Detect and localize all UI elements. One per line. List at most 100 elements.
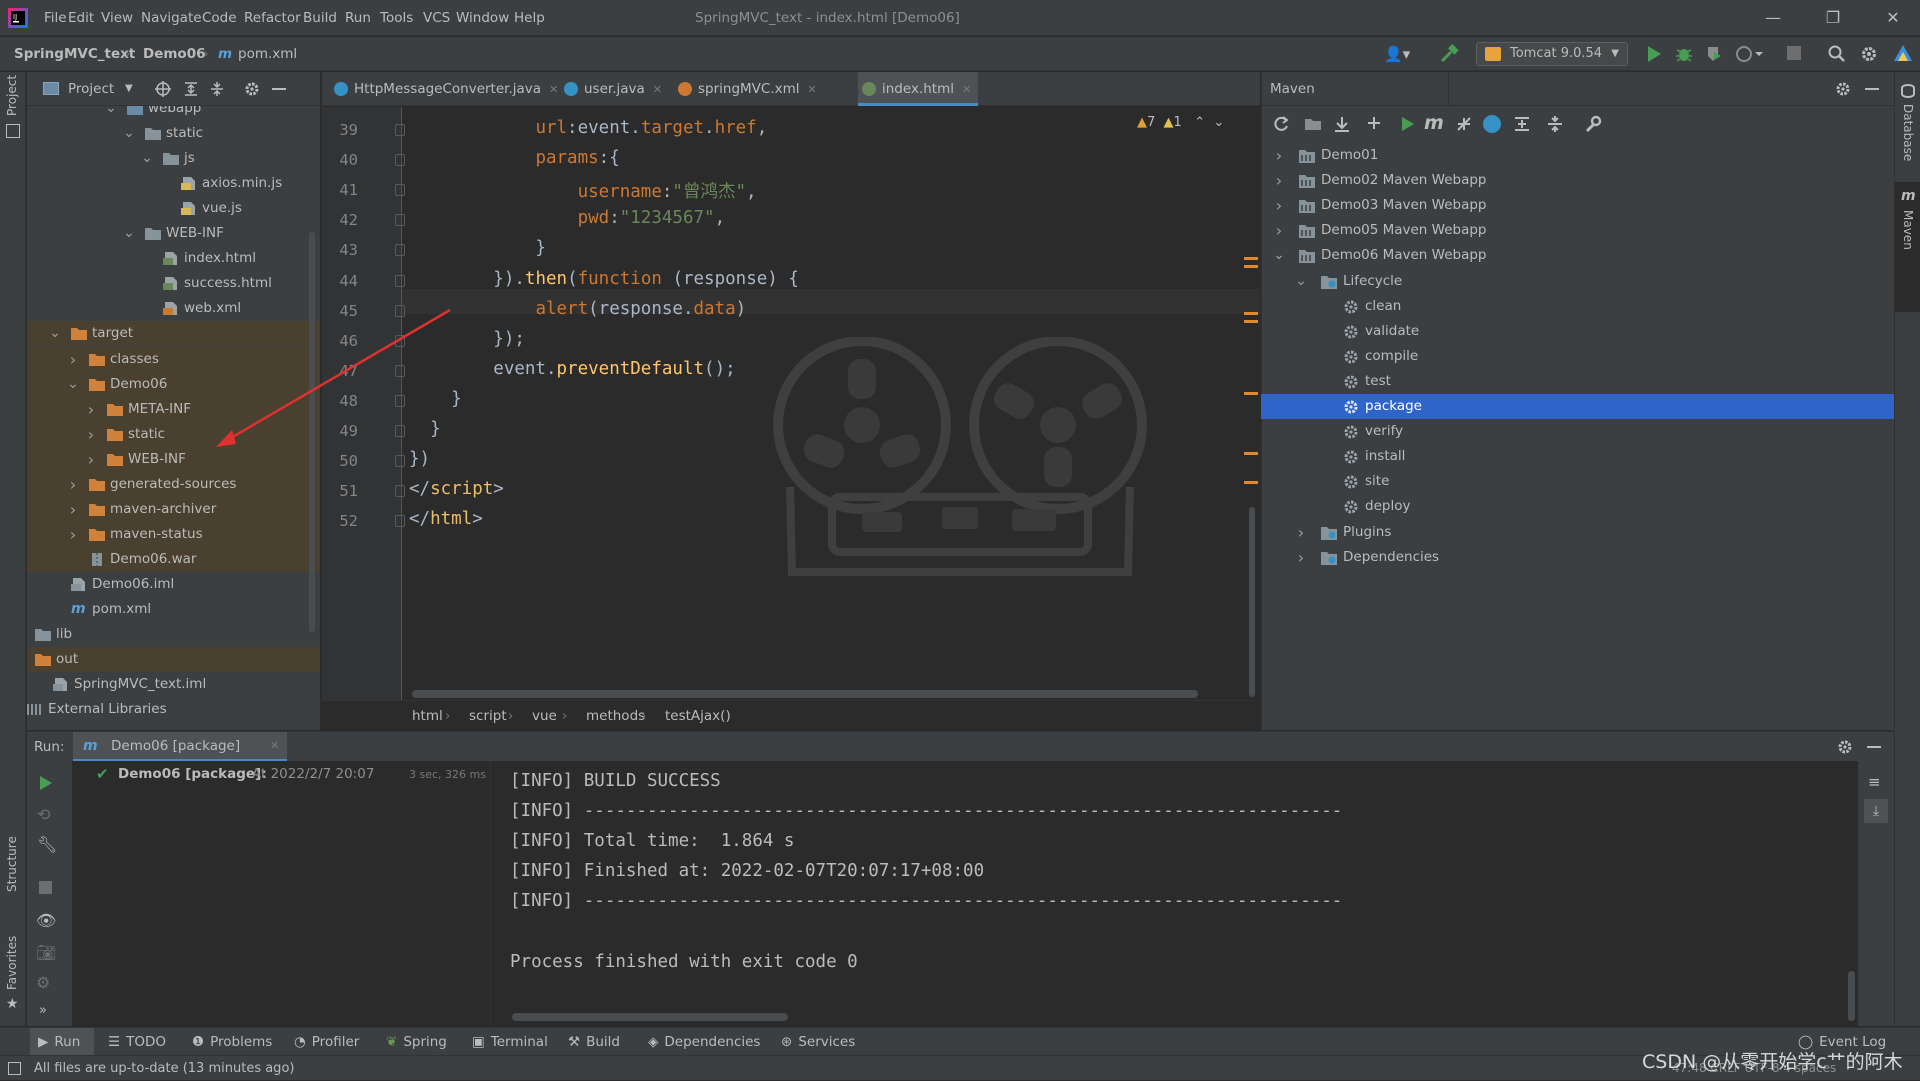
chevron-right-icon[interactable]: › — [67, 522, 79, 547]
warning-marker[interactable] — [1244, 392, 1258, 395]
stop-icon[interactable] — [39, 881, 52, 894]
camera-icon[interactable]: 📷︎ — [36, 943, 56, 962]
chevron-down-icon[interactable]: ⌄ — [49, 321, 61, 346]
show-dependencies-icon[interactable] — [1513, 115, 1531, 133]
breadcrumb-testajax[interactable]: testAjax() — [665, 701, 731, 731]
fold-marker-icon[interactable] — [395, 124, 405, 136]
run-tab[interactable]: m Demo06 [package] ✕ — [73, 732, 287, 762]
next-highlight-icon[interactable]: ⌄ — [1213, 115, 1224, 130]
chevron-right-icon[interactable]: › — [1273, 218, 1285, 243]
coverage-icon[interactable] — [1704, 44, 1724, 64]
structure-tool-button[interactable]: Structure — [5, 836, 19, 892]
tab-httpmessageconverter-java[interactable]: HttpMessageConverter.java ✕ — [330, 72, 558, 106]
collapse-all-icon[interactable] — [209, 81, 225, 97]
build-hammer-icon[interactable] — [1438, 43, 1460, 65]
chevron-down-icon[interactable]: ▼ — [125, 72, 133, 106]
menu-item-tools[interactable]: Tools — [380, 0, 413, 36]
chevron-down-icon[interactable]: ⌄ — [123, 221, 135, 246]
maven-item-demo06-maven-webapp[interactable]: ⌄ Demo06 Maven Webapp — [1261, 243, 1894, 268]
tree-item-vue-js[interactable]: vue.js — [27, 196, 320, 221]
favorites-tool-button[interactable]: Favorites — [5, 936, 19, 990]
tool-window-spring[interactable]: ❦ Spring — [386, 1028, 447, 1056]
tree-item-lib[interactable]: ›lib — [27, 622, 320, 647]
tree-item-maven-status[interactable]: › maven-status — [27, 521, 320, 547]
warning-marker[interactable] — [1244, 312, 1258, 315]
menu-item-vcs[interactable]: VCS — [423, 0, 450, 36]
maven-item-dependencies[interactable]: › Dependencies — [1261, 545, 1894, 570]
tab-springmvc-xml[interactable]: springMVC.xml ✕ — [674, 72, 850, 106]
reload-folder-icon[interactable] — [1304, 115, 1322, 133]
tool-window-problems[interactable]: ❶ Problems — [192, 1028, 272, 1056]
chevron-down-icon[interactable]: ⌄ — [1295, 269, 1307, 294]
chevron-right-icon[interactable]: › — [1295, 545, 1307, 570]
breadcrumb-html[interactable]: html — [412, 701, 443, 731]
menu-item-build[interactable]: Build — [303, 0, 337, 36]
chevron-down-icon[interactable]: ⌄ — [105, 106, 117, 121]
inspection-widget[interactable]: ▲7 ▲1 ⌃ ⌄ — [1137, 115, 1224, 130]
execute-goal-icon[interactable]: m — [1424, 112, 1444, 134]
hide-panel-icon[interactable] — [1865, 88, 1879, 90]
tree-item-index-html[interactable]: index.html — [27, 246, 320, 271]
nav-file[interactable]: pom.xml — [238, 37, 297, 71]
chevron-right-icon[interactable]: › — [85, 422, 97, 447]
close-tab-icon[interactable]: ✕ — [653, 83, 662, 96]
minimize-button[interactable]: — — [1750, 0, 1796, 36]
menu-item-file[interactable]: File — [44, 0, 67, 36]
fold-marker-icon[interactable] — [395, 184, 405, 197]
chevron-right-icon[interactable]: › — [1295, 520, 1307, 545]
run-tree-item[interactable]: ✔ Demo06 [package]: At 2022/2/7 20:07 3 … — [72, 763, 491, 787]
maven-item-site[interactable]: site — [1261, 469, 1894, 494]
menu-item-edit[interactable]: Edit — [68, 0, 94, 36]
nav-project[interactable]: SpringMVC_text — [14, 37, 135, 71]
profile-icon[interactable] — [1735, 44, 1765, 64]
warning-marker[interactable] — [1244, 257, 1258, 260]
gear-icon[interactable] — [244, 81, 260, 97]
debug-icon[interactable] — [1674, 44, 1694, 64]
previous-highlight-icon[interactable]: ⌃ — [1194, 115, 1205, 130]
maven-item-compile[interactable]: compile — [1261, 344, 1894, 369]
chevron-right-icon[interactable]: › — [1273, 143, 1285, 168]
search-icon[interactable] — [1828, 45, 1846, 63]
fold-marker-icon[interactable] — [395, 244, 405, 257]
close-tab-icon[interactable]: ✕ — [962, 83, 971, 96]
reload-icon[interactable] — [1272, 115, 1290, 133]
tree-item-springmvc-text-iml[interactable]: SpringMVC_text.iml — [27, 672, 320, 697]
maven-item-lifecycle[interactable]: ⌄ Lifecycle — [1261, 269, 1894, 294]
maven-item-demo02-maven-webapp[interactable]: › Demo02 Maven Webapp — [1261, 168, 1894, 193]
fold-marker-icon[interactable] — [395, 485, 405, 498]
toggle-tree-icon[interactable]: ⟲ — [37, 805, 50, 824]
maven-item-deploy[interactable]: deploy — [1261, 494, 1894, 519]
tool-window-build[interactable]: ⚒ Build — [568, 1028, 620, 1056]
breadcrumb-methods[interactable]: methods — [586, 701, 645, 731]
warning-marker[interactable] — [1244, 320, 1258, 323]
warning-marker[interactable] — [1244, 452, 1258, 455]
stop-icon[interactable] — [1787, 46, 1801, 60]
settings-gear-icon[interactable] — [1860, 45, 1878, 63]
chevron-down-icon[interactable]: ⌄ — [123, 121, 135, 146]
tree-item-success-html[interactable]: success.html — [27, 271, 320, 296]
add-icon[interactable] — [1366, 115, 1382, 131]
project-tool-button[interactable]: Project — [5, 75, 19, 116]
tree-item-out[interactable]: ›out — [27, 647, 320, 673]
run-icon[interactable] — [1645, 44, 1663, 64]
expand-all-icon[interactable] — [183, 81, 199, 97]
nav-module[interactable]: Demo06 — [143, 37, 206, 71]
eye-icon[interactable]: 👁︎ — [36, 911, 56, 930]
fold-marker-icon[interactable] — [395, 274, 405, 287]
restore-button[interactable]: ❐ — [1810, 0, 1856, 36]
gear-icon[interactable] — [1837, 739, 1853, 755]
maven-item-demo05-maven-webapp[interactable]: › Demo05 Maven Webapp — [1261, 218, 1894, 243]
download-icon[interactable] — [1333, 115, 1351, 133]
hide-panel-icon[interactable] — [272, 88, 286, 90]
gear-icon[interactable] — [1835, 81, 1851, 97]
project-view-label[interactable]: Project — [68, 72, 114, 106]
close-button[interactable]: ✕ — [1870, 0, 1916, 36]
scroll-to-end-icon[interactable]: ⤓ — [1864, 799, 1888, 823]
menu-item-navigate[interactable]: Navigate — [141, 0, 202, 36]
rerun-icon[interactable] — [38, 775, 54, 791]
maven-item-clean[interactable]: clean — [1261, 294, 1894, 319]
plugin-logo-icon[interactable] — [1892, 43, 1914, 65]
maven-item-plugins[interactable]: › Plugins — [1261, 520, 1894, 545]
tab-index-html[interactable]: index.html ✕ — [858, 72, 978, 106]
console-horizontal-scrollbar[interactable] — [512, 1013, 788, 1021]
